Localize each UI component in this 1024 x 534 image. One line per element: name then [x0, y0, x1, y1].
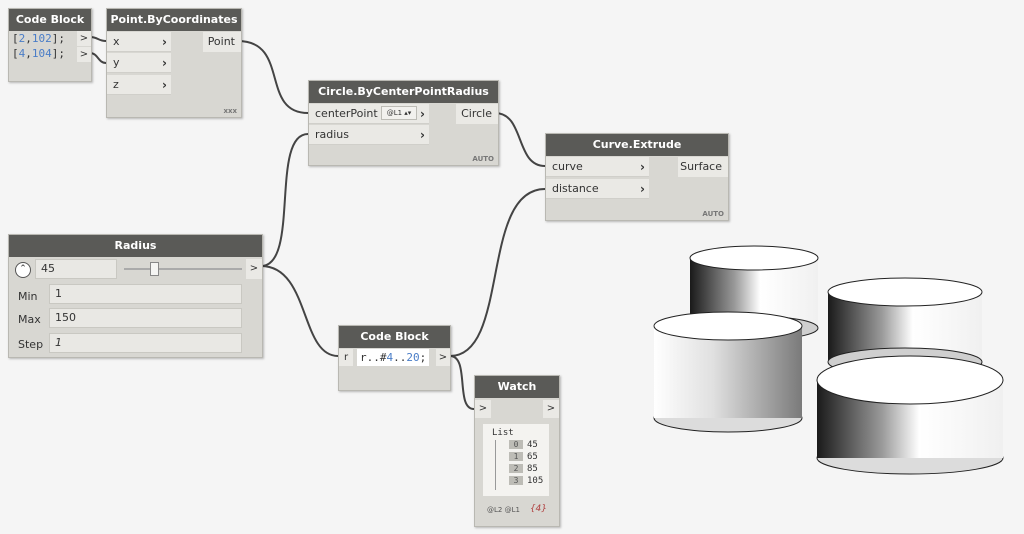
chevron-right-icon: ›: [420, 128, 425, 142]
chevron-right-icon: ›: [162, 35, 167, 49]
slider-thumb[interactable]: [150, 262, 159, 276]
lacing-label[interactable]: AUTO: [702, 210, 724, 218]
list-level-selector[interactable]: @L1 ▴▾: [381, 106, 417, 120]
code-editor[interactable]: [2,102]; [4,104];: [12, 31, 76, 61]
node-title: Curve.Extrude: [546, 134, 728, 156]
output-port-2[interactable]: >: [77, 47, 91, 62]
port-label: y: [113, 56, 120, 69]
watch-node[interactable]: Watch > > List 0 45 1 65 2 85 3 105 @L2 @L1 …: [474, 375, 560, 527]
code-block-node-2[interactable]: Code Block r r..#4..20; >: [338, 325, 451, 391]
cylinder-front-left: [653, 311, 803, 433]
list-tree-line: [495, 440, 496, 490]
list-item: 3 105: [509, 476, 543, 486]
output-port[interactable]: >: [436, 349, 450, 366]
list-header: List: [492, 428, 514, 438]
node-title: Circle.ByCenterPointRadius: [309, 81, 498, 103]
input-port-y[interactable]: y ›: [107, 53, 171, 73]
code-editor[interactable]: r..#4..20;: [357, 349, 430, 366]
output-port-1[interactable]: >: [77, 31, 91, 46]
curve-extrude-node[interactable]: Curve.Extrude curve › distance › Surface A…: [545, 133, 729, 221]
expand-toggle[interactable]: ⌃: [15, 262, 31, 278]
min-label: Min: [18, 290, 38, 303]
code-block-title: Code Block: [9, 9, 91, 31]
port-label: z: [113, 78, 119, 91]
input-port[interactable]: >: [475, 400, 491, 418]
chevron-right-icon: ›: [420, 107, 425, 121]
wire-point-center: [237, 40, 309, 114]
wire-code-distance: [449, 188, 546, 357]
list-item: 2 85: [509, 464, 538, 474]
code-line-1: [2,102];: [12, 32, 65, 45]
min-field[interactable]: 1: [49, 284, 242, 304]
step-label: Step: [18, 338, 44, 351]
port-label: radius: [315, 128, 350, 141]
code-block-title: Code Block: [339, 326, 450, 348]
slider-value-field[interactable]: 45: [35, 259, 117, 279]
output-port[interactable]: >: [246, 259, 262, 279]
list-levels: @L2 @L1: [487, 506, 520, 514]
slider-track[interactable]: [124, 262, 242, 276]
input-port-distance[interactable]: distance ›: [546, 179, 649, 199]
input-port-center-point[interactable]: centerPoint @L1 ▴▾ ›: [309, 104, 429, 124]
chevron-right-icon: ›: [162, 56, 167, 70]
port-label: curve: [552, 160, 583, 173]
input-port-z[interactable]: z ›: [107, 75, 171, 95]
wire-radius-to-code: [260, 265, 339, 357]
lacing-label[interactable]: AUTO: [472, 155, 494, 163]
watch-list-view[interactable]: List 0 45 1 65 2 85 3 105: [483, 424, 549, 496]
point-by-coordinates-node[interactable]: Point.ByCoordinates x › y › z › Point xxx: [106, 8, 242, 118]
chevron-up-icon: ⌃: [19, 264, 27, 274]
geometry-preview: [653, 245, 1004, 475]
wire-radius-to-radius: [260, 133, 309, 267]
wire-circle-curve: [494, 112, 546, 167]
max-field[interactable]: 150: [49, 308, 242, 328]
port-label: centerPoint: [315, 107, 378, 120]
input-port-radius[interactable]: radius ›: [309, 125, 429, 145]
chevron-right-icon: ›: [640, 182, 645, 196]
output-port-circle[interactable]: Circle: [456, 104, 498, 124]
step-field[interactable]: 1: [49, 333, 242, 353]
wire-cb1-y: [89, 52, 107, 64]
input-port-x[interactable]: x ›: [107, 32, 171, 52]
output-port[interactable]: >: [543, 400, 559, 418]
lacing-label[interactable]: xxx: [223, 107, 237, 115]
code-line-2: [4,104];: [12, 47, 65, 60]
output-port-point[interactable]: Point: [203, 32, 241, 52]
chevron-right-icon: ›: [162, 78, 167, 92]
cylinder-front-right: [816, 355, 1004, 475]
code-block-node-1[interactable]: Code Block [2,102]; [4,104]; > >: [8, 8, 92, 82]
max-label: Max: [18, 313, 41, 326]
node-title: Point.ByCoordinates: [107, 9, 241, 31]
circle-by-center-point-radius-node[interactable]: Circle.ByCenterPointRadius centerPoint @…: [308, 80, 499, 166]
wire-code-watch: [449, 355, 475, 410]
node-title: Radius: [9, 235, 262, 257]
wire-cb1-x: [89, 36, 107, 42]
chevron-right-icon: ›: [640, 160, 645, 174]
radius-slider-node[interactable]: Radius ⌃ 45 > Min 1 Max 150 Step 1: [8, 234, 263, 358]
input-port-r[interactable]: r: [339, 349, 353, 366]
list-item: 0 45: [509, 440, 538, 450]
input-port-curve[interactable]: curve ›: [546, 157, 649, 177]
list-item: 1 65: [509, 452, 538, 462]
node-title: Watch: [475, 376, 559, 398]
output-port-surface[interactable]: Surface: [678, 157, 728, 177]
port-label: x: [113, 35, 120, 48]
port-label: distance: [552, 182, 599, 195]
list-count: {4}: [529, 504, 547, 514]
